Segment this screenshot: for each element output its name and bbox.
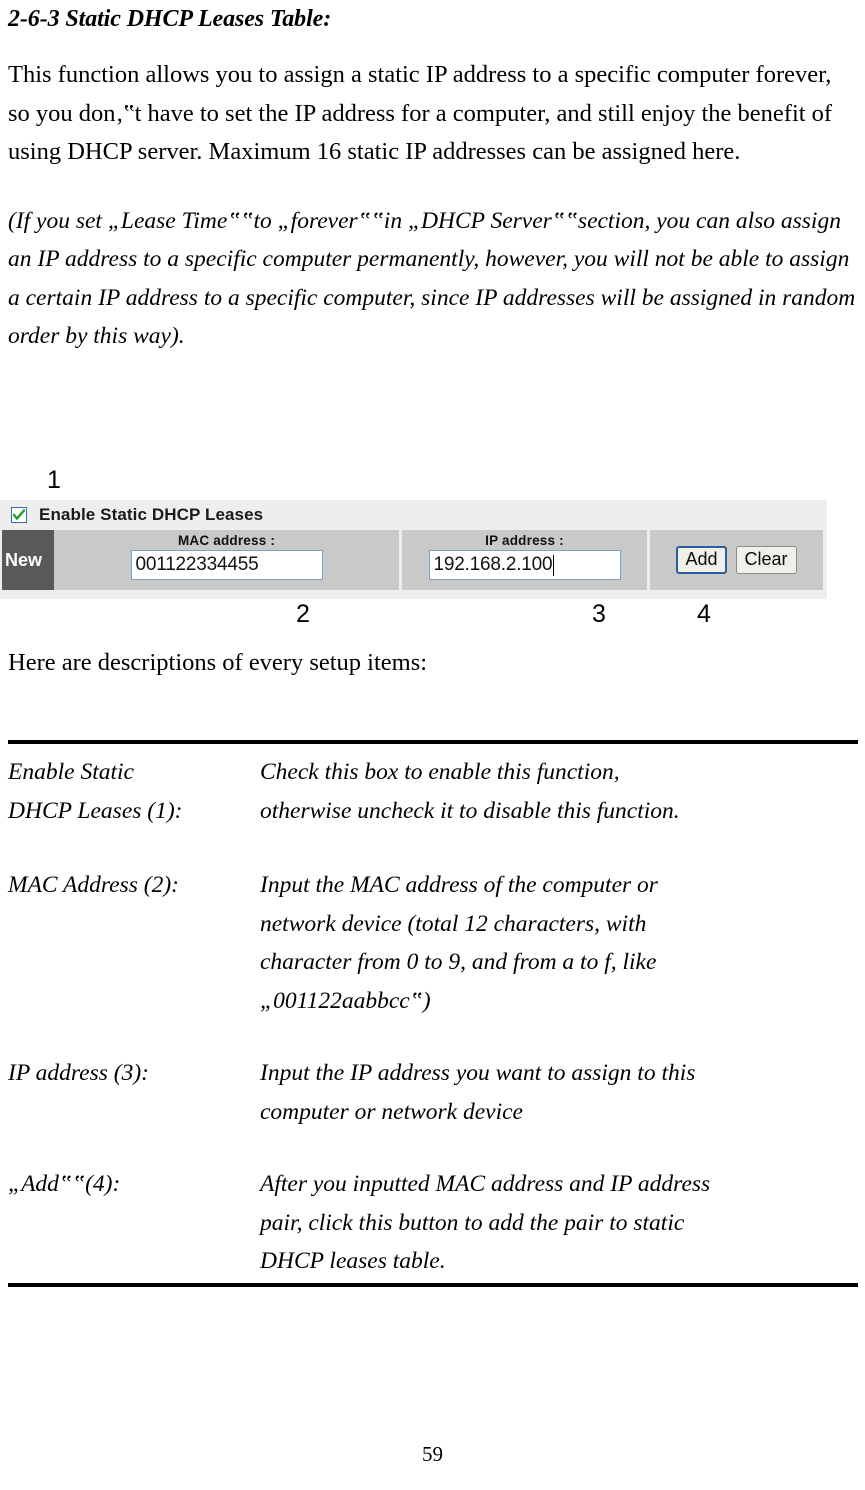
document-page: 2-6-3 Static DHCP Leases Table: This fun… bbox=[0, 4, 865, 1490]
note-paragraph: (If you set „Lease Time‟‟to „forever‟‟in… bbox=[8, 207, 856, 350]
desc-term-line: „Add‟‟(4): bbox=[8, 1171, 121, 1197]
static-dhcp-leases-panel: Enable Static DHCP Leases New MAC addres… bbox=[0, 500, 827, 599]
table-row: „Add‟‟(4): After you inputted MAC addres… bbox=[8, 1165, 858, 1281]
callout-number-3: 3 bbox=[592, 600, 606, 628]
table-row: Enable Static DHCP Leases (1): Check thi… bbox=[8, 753, 858, 830]
desc-term-line: Enable Static bbox=[8, 759, 134, 785]
desc-term-line: DHCP Leases (1): bbox=[8, 797, 183, 824]
desc-definition: Input the IP address you want to assign … bbox=[260, 1054, 858, 1131]
mac-address-cell: MAC address : 001122334455 bbox=[54, 530, 402, 590]
mac-address-input[interactable]: 001122334455 bbox=[130, 550, 323, 580]
page-title: 2-6-3 Static DHCP Leases Table: bbox=[8, 6, 332, 32]
action-buttons-cell: Add Clear bbox=[650, 530, 823, 590]
desc-def-line: pair, click this button to add the pair … bbox=[260, 1209, 685, 1236]
ip-address-value: 192.168.2.100 bbox=[433, 554, 553, 575]
desc-def-line: After you inputted MAC address and IP ad… bbox=[260, 1171, 711, 1197]
desc-term: „Add‟‟(4): bbox=[8, 1165, 260, 1204]
ip-address-input[interactable]: 192.168.2.100 bbox=[428, 550, 621, 580]
desc-term: MAC Address (2): bbox=[8, 866, 260, 905]
desc-def-line: „001122aabbcc‟) bbox=[260, 987, 431, 1014]
enable-static-dhcp-checkbox[interactable] bbox=[11, 507, 27, 523]
desc-definition: After you inputted MAC address and IP ad… bbox=[260, 1165, 858, 1281]
desc-def-line: network device (total 12 characters, wit… bbox=[260, 910, 647, 937]
desc-def-line: character from 0 to 9, and from a to f, … bbox=[260, 949, 657, 975]
enable-static-dhcp-label: Enable Static DHCP Leases bbox=[39, 505, 264, 524]
text-caret bbox=[553, 554, 555, 576]
checkmark-icon bbox=[13, 509, 25, 521]
row-label-new: New bbox=[2, 530, 54, 590]
desc-term: IP address (3): bbox=[8, 1054, 260, 1093]
desc-def-line: Check this box to enable this function, bbox=[260, 759, 620, 785]
add-button[interactable]: Add bbox=[676, 546, 727, 574]
desc-term-line: IP address (3): bbox=[8, 1060, 149, 1086]
page-number: 59 bbox=[422, 1442, 443, 1466]
desc-def-line: DHCP leases table. bbox=[260, 1248, 446, 1274]
setup-items-description-table: Enable Static DHCP Leases (1): Check thi… bbox=[8, 740, 858, 1287]
table-row: MAC Address (2): Input the MAC address o… bbox=[8, 866, 858, 1020]
desc-def-line: computer or network device bbox=[260, 1098, 523, 1125]
intro-paragraph: This function allows you to assign a sta… bbox=[8, 61, 833, 165]
desc-definition: Input the MAC address of the computer or… bbox=[260, 866, 858, 1020]
mac-address-value: 001122334455 bbox=[135, 554, 259, 575]
mac-address-label: MAC address : bbox=[177, 533, 276, 548]
row-label-new-text: New bbox=[5, 549, 43, 570]
ip-address-cell: IP address : 192.168.2.100 bbox=[402, 530, 650, 590]
desc-def-line: otherwise uncheck it to disable this fun… bbox=[260, 797, 680, 824]
table-bottom-rule bbox=[8, 1282, 858, 1287]
desc-term-line: MAC Address (2): bbox=[8, 872, 180, 898]
desc-definition: Check this box to enable this function, … bbox=[260, 753, 858, 830]
desc-term: Enable Static DHCP Leases (1): bbox=[8, 753, 260, 830]
static-lease-entry-row: New MAC address : 001122334455 IP addres… bbox=[2, 530, 823, 590]
descriptions-lead: Here are descriptions of every setup ite… bbox=[8, 649, 428, 676]
callout-number-2: 2 bbox=[296, 600, 310, 628]
clear-button[interactable]: Clear bbox=[735, 546, 797, 574]
desc-def-line: Input the IP address you want to assign … bbox=[260, 1060, 696, 1086]
desc-def-line: Input the MAC address of the computer or bbox=[260, 872, 658, 898]
enable-static-dhcp-row[interactable]: Enable Static DHCP Leases bbox=[0, 500, 827, 530]
callout-number-4: 4 bbox=[697, 600, 711, 628]
ip-address-label: IP address : bbox=[485, 533, 564, 548]
callout-number-1: 1 bbox=[47, 466, 61, 494]
table-row: IP address (3): Input the IP address you… bbox=[8, 1054, 858, 1131]
